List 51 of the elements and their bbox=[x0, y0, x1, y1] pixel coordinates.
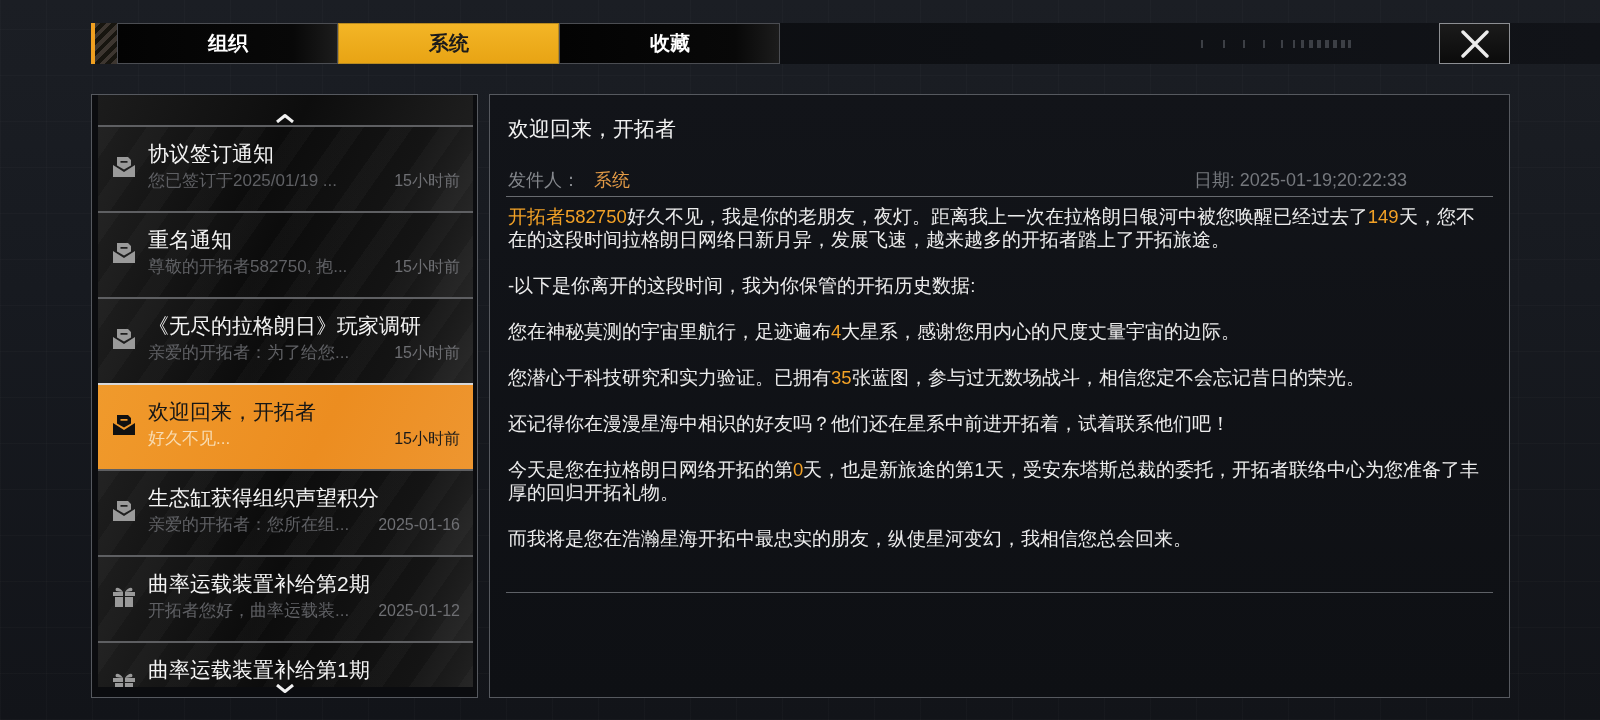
mail-list-item[interactable]: 重名通知 尊敬的开拓者582750, 抱... 15小时前 bbox=[98, 211, 473, 297]
tab[interactable]: 系统 bbox=[338, 23, 559, 64]
mail-title: 《无尽的拉格朗日》玩家调研 bbox=[148, 314, 422, 338]
message-paragraph: -以下是你离开的这段时间，我为你保管的开拓历史数据: bbox=[508, 274, 977, 297]
sender-name: 系统 bbox=[594, 169, 630, 192]
chevron-down-icon[interactable] bbox=[275, 684, 295, 694]
mail-list-item[interactable]: 《无尽的拉格朗日》玩家调研 亲爱的开拓者：为了给您... 15小时前 bbox=[98, 297, 473, 383]
mail-preview: 开拓者您好，曲率运载装... bbox=[148, 600, 350, 622]
message-paragraph: 开拓者582750好久不见，我是你的老朋友，夜灯。距离我上一次在拉格朗日银河中被您唤醒已经过去了 149天，您不在的这段时间拉格朗日网络日新月异，发展飞速，越来越多的开拓者踏上了开拓旅途。 bbox=[508, 205, 1476, 251]
mail-icon bbox=[112, 328, 136, 350]
gift-icon bbox=[112, 586, 136, 608]
mail-list-item[interactable]: 欢迎回来，开拓者 好久不见... 15小时前 bbox=[98, 383, 473, 469]
mail-icon bbox=[112, 414, 136, 436]
chevron-up-icon[interactable] bbox=[275, 113, 295, 123]
mail-icon bbox=[112, 500, 136, 522]
mail-icon bbox=[112, 156, 136, 178]
tab[interactable]: 收藏 bbox=[559, 23, 780, 64]
mail-time: 2025-01-12 bbox=[378, 601, 460, 621]
mail-title: 曲率运载装置补给第1期 bbox=[148, 658, 371, 682]
mail-preview: 尊敬的开拓者582750, 抱... bbox=[148, 256, 348, 278]
mail-list-item[interactable]: 曲率运载装置补给第2期 开拓者您好，曲率运载装... 2025-01-12 bbox=[98, 555, 473, 641]
mail-time: 15小时前 bbox=[394, 343, 460, 363]
message-paragraph: 今天是您在拉格朗日网络开拓的第0天，也是新旅途的第1天，受安东塔斯总裁的委托，开拓者联络中心为您准备了丰厚的回归开拓礼物。 bbox=[508, 458, 1480, 504]
message-paragraph: 而我将是您在浩瀚星海开拓中最忠实的朋友，纵使星河变幻，我相信您总会回来。 bbox=[508, 527, 1193, 550]
tab[interactable]: 组织 bbox=[117, 23, 338, 64]
mail-preview: 亲爱的开拓者：为了给您... bbox=[148, 342, 350, 364]
mail-title: 欢迎回来，开拓者 bbox=[148, 400, 317, 424]
striped-accent-bar bbox=[91, 23, 117, 64]
mail-preview: 好久不见... bbox=[148, 428, 231, 450]
mail-time: 15小时前 bbox=[394, 171, 460, 191]
sender-label: 发件人： bbox=[508, 169, 580, 192]
mail-preview: 您已签订于2025/01/19 ... bbox=[148, 170, 337, 192]
close-button[interactable] bbox=[1439, 23, 1510, 64]
message-paragraph: 您潜心于科技研究和实力验证。已拥有35张蓝图，参与过无数场战斗，相信您定不会忘记昔日的荣光。 bbox=[508, 366, 1366, 389]
mail-title: 协议签订通知 bbox=[148, 142, 275, 166]
mail-icon bbox=[112, 242, 136, 264]
mail-preview: 亲爱的开拓者：您所在组... bbox=[148, 514, 350, 536]
close-icon bbox=[1460, 29, 1489, 58]
mail-title: 生态缸获得组织声望积分 bbox=[148, 486, 380, 510]
mail-title: 重名通知 bbox=[148, 228, 233, 252]
mail-list-item[interactable]: 协议签订通知 您已签订于2025/01/19 ... 15小时前 bbox=[98, 125, 473, 211]
mail-time: 2025-01-16 bbox=[378, 515, 460, 535]
mail-list-item[interactable]: 曲率运载装置补给第1期 bbox=[98, 641, 473, 687]
mail-title: 曲率运载装置补给第2期 bbox=[148, 572, 371, 596]
message-title: 欢迎回来，开拓者 bbox=[507, 117, 677, 141]
message-date: 日期: 2025-01-19;20:22:33 bbox=[1193, 169, 1407, 192]
message-paragraph: 您在神秘莫测的宇宙里航行，足迹遍布4大星系，感谢您用内心的尺度丈量宇宙的边际。 bbox=[508, 320, 1242, 343]
mail-time: 15小时前 bbox=[394, 429, 460, 449]
message-paragraph: 还记得你在漫漫星海中相识的好友吗？他们还在星系中前进开拓着，试着联系他们吧！ bbox=[508, 412, 1231, 435]
mail-list-item[interactable]: 生态缸获得组织声望积分 亲爱的开拓者：您所在组... 2025-01-16 bbox=[98, 469, 473, 555]
mail-time: 15小时前 bbox=[394, 257, 460, 277]
